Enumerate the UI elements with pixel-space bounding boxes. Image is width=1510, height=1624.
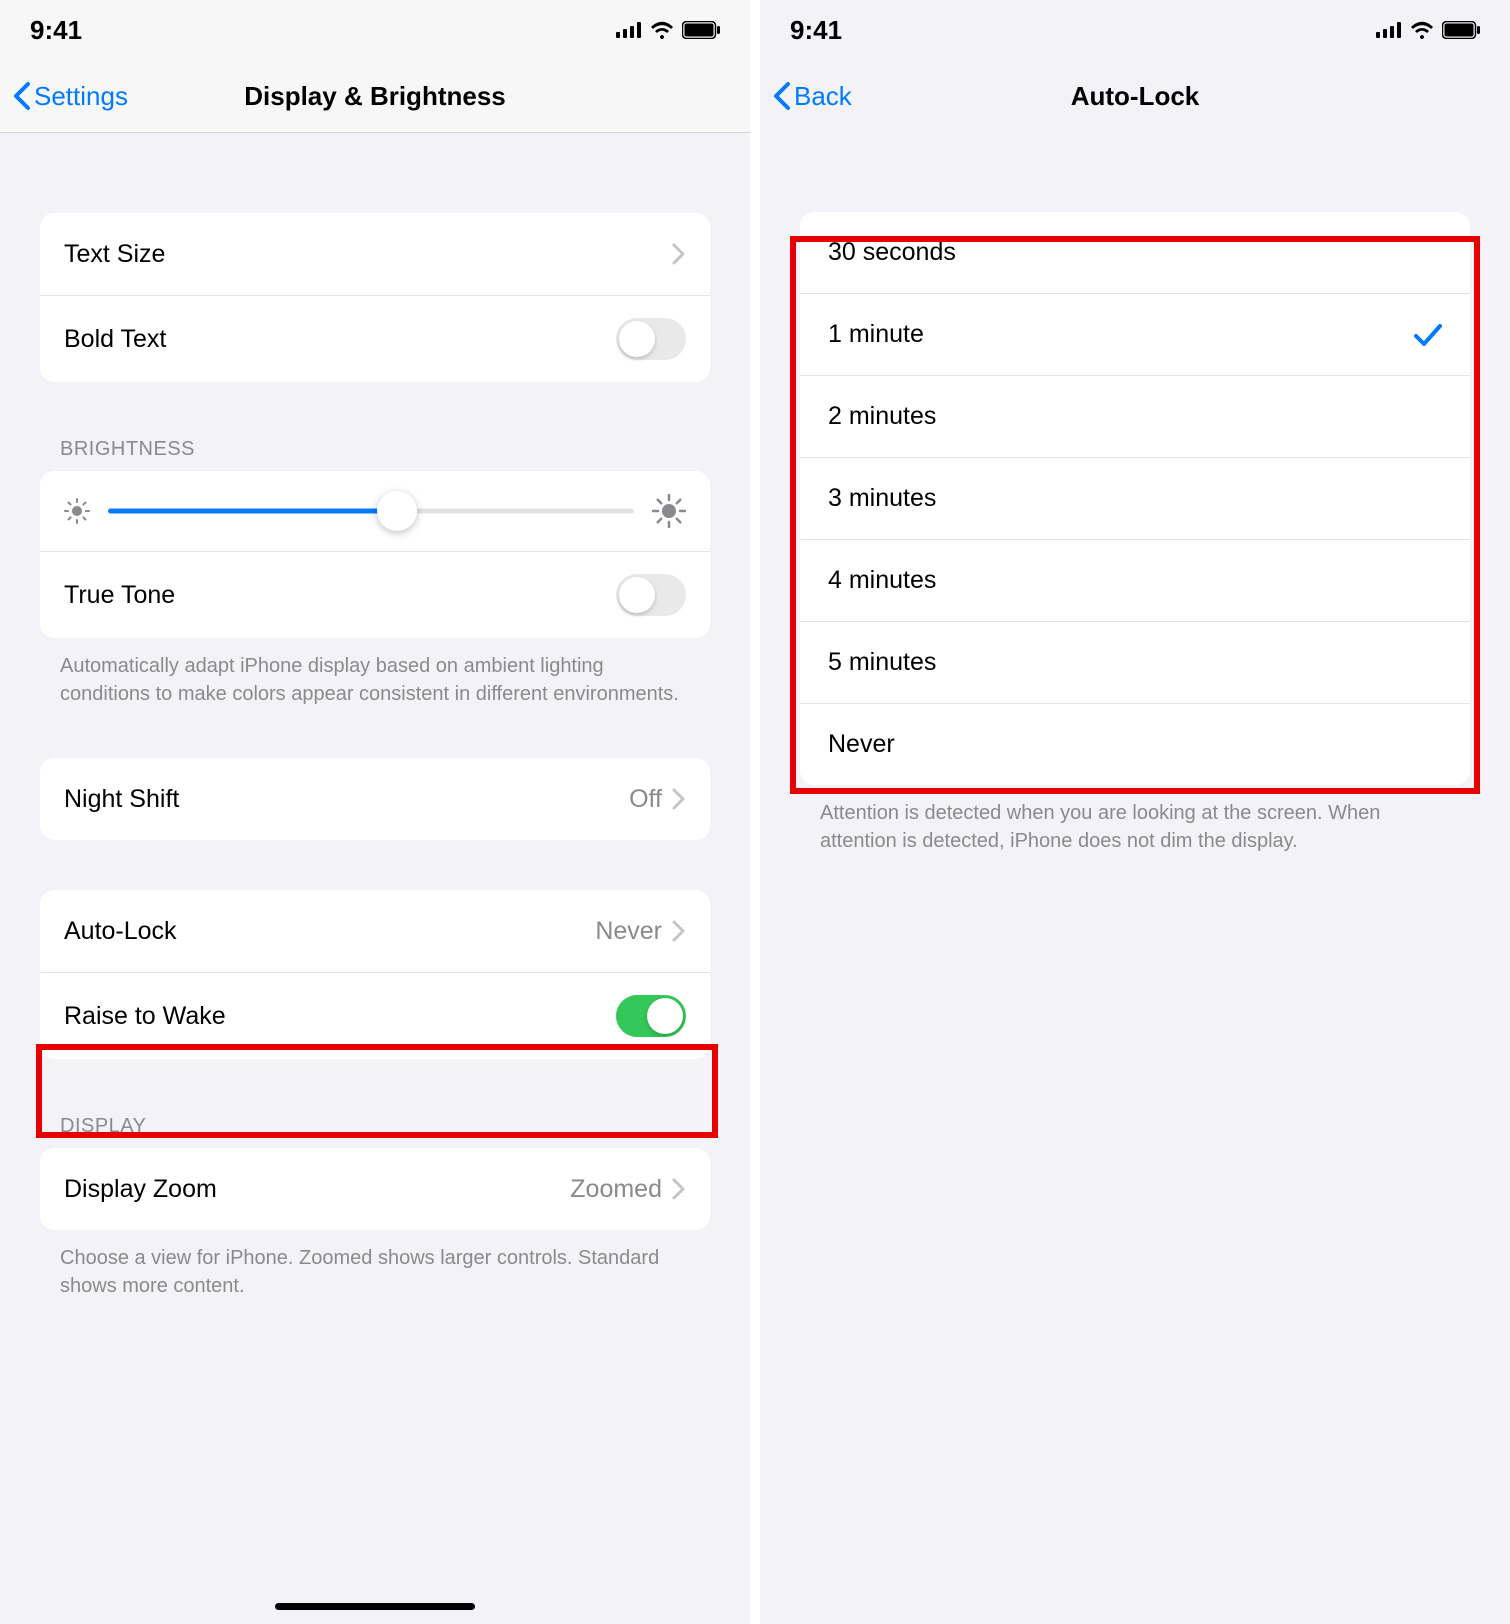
battery-icon xyxy=(1442,21,1480,39)
content: Text Size Bold Text BRIGHTNESS xyxy=(0,213,750,1340)
brightness-slider-row xyxy=(40,471,710,551)
chevron-right-icon xyxy=(672,788,686,810)
chevron-left-icon xyxy=(10,81,34,111)
status-bar: 9:41 xyxy=(760,0,1510,60)
display-header: DISPLAY xyxy=(60,1115,690,1138)
auto-lock-option[interactable]: Never xyxy=(800,703,1470,785)
nav-back-button[interactable]: Settings xyxy=(10,60,128,132)
display-zoom-row[interactable]: Display Zoom Zoomed xyxy=(40,1148,710,1230)
brightness-header: BRIGHTNESS xyxy=(60,438,690,461)
chevron-left-icon xyxy=(770,81,794,111)
auto-lock-option[interactable]: 2 minutes xyxy=(800,375,1470,457)
nav-bar: Settings Display & Brightness xyxy=(0,60,750,133)
night-shift-value: Off xyxy=(629,785,662,814)
auto-lock-options-group: 30 seconds 1 minute 2 minutes 3 minutes 4 mi… xyxy=(800,212,1470,785)
bold-text-toggle[interactable] xyxy=(616,318,686,360)
true-tone-label: True Tone xyxy=(64,581,616,610)
auto-lock-row[interactable]: Auto-Lock Never xyxy=(40,890,710,972)
option-label: 5 minutes xyxy=(828,648,936,677)
option-label: 4 minutes xyxy=(828,566,936,595)
auto-lock-footer: Attention is detected when you are looki… xyxy=(820,799,1450,855)
status-indicators xyxy=(1376,21,1480,39)
display-zoom-label: Display Zoom xyxy=(64,1175,570,1204)
auto-lock-option[interactable]: 30 seconds xyxy=(800,212,1470,293)
nav-title: Display & Brightness xyxy=(244,81,506,112)
status-time: 9:41 xyxy=(30,15,82,46)
brightness-slider[interactable] xyxy=(108,491,634,531)
display-zoom-footer: Choose a view for iPhone. Zoomed shows l… xyxy=(60,1244,690,1300)
text-size-row[interactable]: Text Size xyxy=(40,213,710,295)
cellular-icon xyxy=(616,22,642,38)
option-label: Never xyxy=(828,730,895,759)
status-indicators xyxy=(616,21,720,39)
option-label: 3 minutes xyxy=(828,484,936,513)
display-zoom-group: Display Zoom Zoomed xyxy=(40,1148,710,1230)
nav-back-label: Settings xyxy=(34,81,128,112)
phone-display-brightness: 9:41 Settings Display & Brightness Text … xyxy=(0,0,750,1624)
content: 30 seconds 1 minute 2 minutes 3 minutes 4 mi… xyxy=(760,212,1510,895)
night-shift-label: Night Shift xyxy=(64,785,629,814)
chevron-right-icon xyxy=(672,1178,686,1200)
night-shift-row[interactable]: Night Shift Off xyxy=(40,758,710,840)
auto-lock-label: Auto-Lock xyxy=(64,917,595,946)
auto-lock-value: Never xyxy=(595,917,662,946)
chevron-right-icon xyxy=(672,243,686,265)
raise-to-wake-toggle[interactable] xyxy=(616,995,686,1037)
true-tone-toggle[interactable] xyxy=(616,574,686,616)
text-size-label: Text Size xyxy=(64,240,672,269)
wifi-icon xyxy=(1410,21,1434,39)
sun-large-icon xyxy=(652,494,686,528)
display-zoom-value: Zoomed xyxy=(570,1175,662,1204)
sun-small-icon xyxy=(64,498,90,524)
raise-to-wake-row: Raise to Wake xyxy=(40,972,710,1059)
bold-text-label: Bold Text xyxy=(64,325,616,354)
battery-icon xyxy=(682,21,720,39)
wifi-icon xyxy=(650,21,674,39)
nav-bar: Back Auto-Lock xyxy=(760,60,1510,132)
auto-lock-option[interactable]: 4 minutes xyxy=(800,539,1470,621)
true-tone-footer: Automatically adapt iPhone display based… xyxy=(60,652,690,708)
home-indicator xyxy=(275,1603,475,1610)
auto-lock-option[interactable]: 5 minutes xyxy=(800,621,1470,703)
nav-title: Auto-Lock xyxy=(1071,81,1200,112)
status-time: 9:41 xyxy=(790,15,842,46)
nav-back-button[interactable]: Back xyxy=(770,60,852,132)
cellular-icon xyxy=(1376,22,1402,38)
option-label: 30 seconds xyxy=(828,238,956,267)
option-label: 2 minutes xyxy=(828,402,936,431)
chevron-right-icon xyxy=(672,920,686,942)
nav-back-label: Back xyxy=(794,81,852,112)
text-group: Text Size Bold Text xyxy=(40,213,710,382)
bold-text-row: Bold Text xyxy=(40,295,710,382)
raise-to-wake-label: Raise to Wake xyxy=(64,1002,616,1031)
auto-lock-option[interactable]: 1 minute xyxy=(800,293,1470,375)
status-bar: 9:41 xyxy=(0,0,750,60)
phone-auto-lock: 9:41 Back Auto-Lock 30 seconds 1 minute 2 … xyxy=(760,0,1510,1624)
brightness-group: True Tone xyxy=(40,471,710,638)
lock-group: Auto-Lock Never Raise to Wake xyxy=(40,890,710,1059)
true-tone-row: True Tone xyxy=(40,551,710,638)
checkmark-icon xyxy=(1414,324,1442,346)
option-label: 1 minute xyxy=(828,320,924,349)
night-shift-group: Night Shift Off xyxy=(40,758,710,840)
auto-lock-option[interactable]: 3 minutes xyxy=(800,457,1470,539)
